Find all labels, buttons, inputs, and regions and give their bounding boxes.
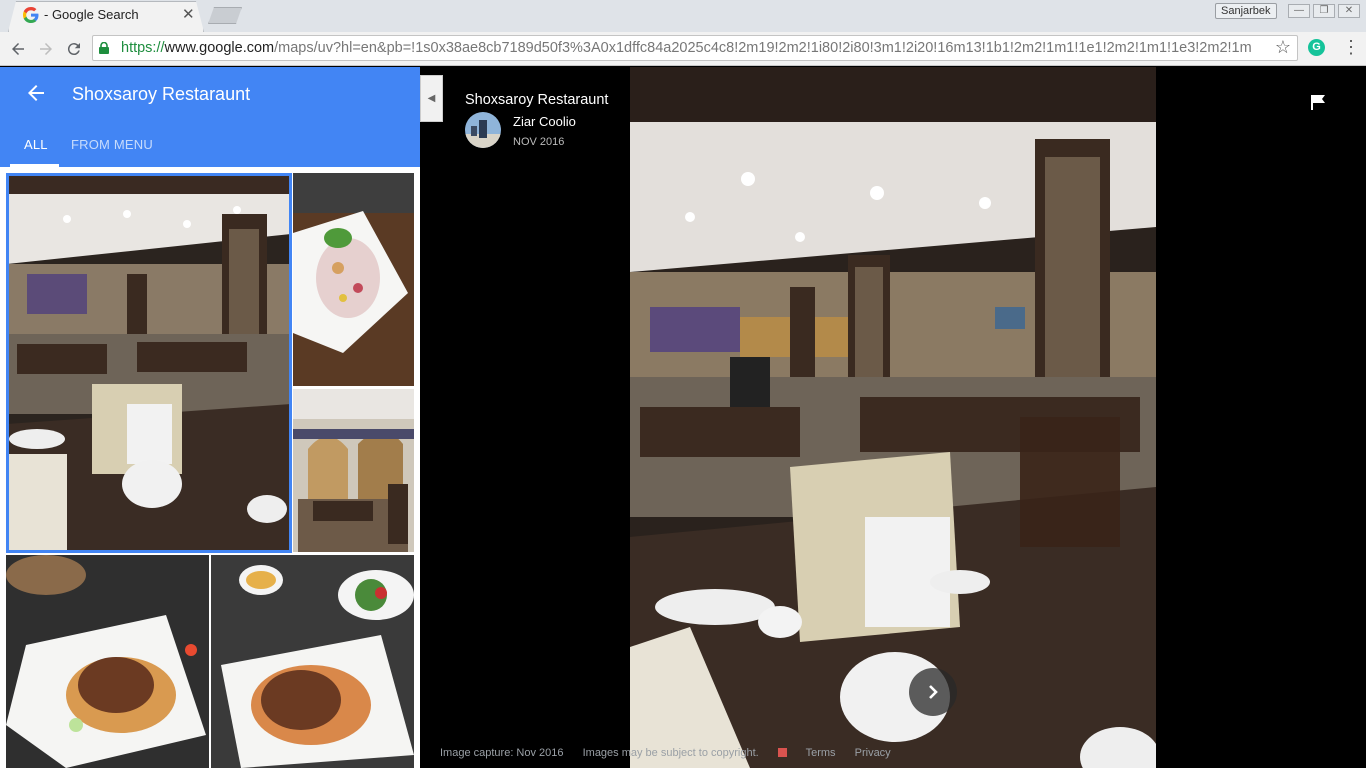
profile-button[interactable]: Sanjarbek — [1215, 3, 1277, 19]
photos-panel: Shoxsaroy Restaraunt ALL FROM MENU — [0, 67, 420, 768]
author-avatar[interactable] — [465, 112, 501, 148]
browser-toolbar: https://www.google.com/maps/uv?hl=en&pb=… — [0, 32, 1366, 66]
photo-thumb-dish-1[interactable] — [6, 555, 209, 768]
photo-date: NOV 2016 — [513, 136, 565, 148]
next-photo-button[interactable] — [909, 668, 957, 716]
menu-icon[interactable]: ⋮ — [1342, 37, 1360, 57]
minimize-button[interactable]: — — [1288, 4, 1310, 18]
photo-place-name[interactable]: Shoxsaroy Restaraunt — [465, 92, 608, 108]
browser-titlebar: - Google Search ✕ Sanjarbek — ❐ ✕ — [0, 0, 1366, 32]
copyright-text: Images may be subject to copyright. — [582, 747, 759, 759]
back-icon[interactable] — [6, 37, 30, 61]
place-title: Shoxsaroy Restaraunt — [72, 84, 251, 104]
feedback-icon[interactable] — [777, 748, 787, 757]
new-tab-button[interactable] — [208, 7, 242, 24]
photo-tabs: ALL FROM MENU — [0, 127, 420, 167]
url-text: https://www.google.com/maps/uv?hl=en&pb=… — [121, 40, 1252, 56]
author-name[interactable]: Ziar Coolio — [513, 114, 576, 129]
grammarly-icon[interactable]: G — [1308, 39, 1325, 56]
chevron-right-icon — [929, 685, 938, 699]
photo-thumb-hall[interactable] — [293, 389, 414, 552]
star-icon[interactable]: ☆ — [1275, 37, 1291, 58]
image-capture-text: Image capture: Nov 2016 — [440, 747, 564, 759]
google-favicon-icon — [23, 7, 39, 23]
viewer-footer: Image capture: Nov 2016 Images may be su… — [440, 747, 907, 759]
restore-button[interactable]: ❐ — [1313, 4, 1335, 18]
photo-grid — [0, 173, 420, 768]
tab-title: - Google Search — [44, 7, 139, 22]
terms-link[interactable]: Terms — [806, 747, 836, 759]
address-bar[interactable]: https://www.google.com/maps/uv?hl=en&pb=… — [92, 35, 1298, 61]
photo-thumb-dish-2[interactable] — [211, 555, 414, 768]
forward-icon[interactable] — [34, 37, 58, 61]
reload-icon[interactable] — [62, 37, 86, 61]
photo-thumb-interior[interactable] — [6, 173, 292, 553]
tab-all[interactable]: ALL — [24, 137, 48, 152]
close-tab-icon[interactable]: ✕ — [182, 5, 195, 23]
collapse-panel-button[interactable]: ◀ — [420, 75, 443, 122]
report-flag-icon[interactable] — [1310, 94, 1326, 110]
close-window-button[interactable]: ✕ — [1338, 4, 1360, 18]
back-arrow-icon[interactable] — [24, 81, 48, 105]
main-photo — [630, 67, 1156, 768]
panel-header: Shoxsaroy Restaraunt ALL FROM MENU — [0, 67, 420, 167]
privacy-link[interactable]: Privacy — [855, 747, 891, 759]
active-tab-indicator — [10, 164, 59, 167]
photo-thumb-salad[interactable] — [293, 173, 414, 386]
tab-from-menu[interactable]: FROM MENU — [71, 137, 153, 152]
photo-viewer: ◀ Shoxsaroy Restaraunt Ziar Coolio NOV 2… — [420, 67, 1366, 768]
lock-icon — [99, 42, 109, 54]
